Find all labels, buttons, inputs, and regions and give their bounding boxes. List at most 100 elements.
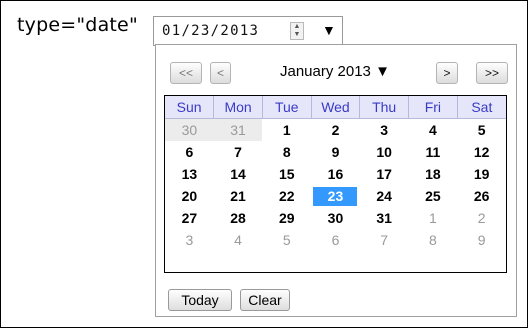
calendar-day[interactable]: 30 (165, 118, 214, 141)
calendar-week-row: 6 7 8 9 10 11 12 (165, 141, 506, 163)
calendar-day[interactable]: 11 (409, 141, 458, 163)
calendar-day[interactable]: 7 (214, 141, 263, 163)
calendar-day-label: 8 (428, 232, 437, 248)
calendar-day-label: 11 (425, 144, 441, 160)
calendar-week-row: 3 4 5 6 7 8 9 (165, 229, 506, 251)
calendar-day-label: 30 (181, 122, 198, 138)
calendar-day-label: 2 (477, 210, 486, 226)
calendar-day[interactable]: 8 (262, 141, 311, 163)
next-year-button[interactable]: >> (476, 62, 508, 84)
calendar-day-label: 14 (230, 166, 246, 182)
calendar-day[interactable]: 4 (214, 229, 263, 251)
calendar-day-label: 5 (477, 122, 486, 138)
calendar-day[interactable]: 6 (165, 141, 214, 163)
calendar-day-label: 27 (181, 210, 198, 226)
clear-button[interactable]: Clear (240, 289, 290, 311)
calendar-day[interactable]: 12 (457, 141, 506, 163)
calendar-day-label: 23 (313, 186, 358, 206)
calendar-day-label: 10 (376, 144, 392, 160)
calendar-week-row: 27 28 29 30 31 1 2 (165, 207, 506, 229)
calendar-day[interactable]: 1 (409, 207, 458, 229)
weekday-header: Sat (457, 96, 506, 119)
calendar-day-label: 31 (376, 210, 392, 226)
calendar-grid: Sun Mon Tue Wed Thu Fri Sat 30 31 1 2 3 4 5 6 7 8 9 10 11 1… (164, 95, 507, 273)
demo-frame: type="date" 01/23/2013 ▲ ▼ ▼ << < Januar… (0, 0, 528, 328)
calendar-week-row: 13 14 15 16 17 18 19 (165, 163, 506, 185)
date-input[interactable]: 01/23/2013 ▲ ▼ ▼ (153, 16, 343, 46)
calendar-day[interactable]: 1 (262, 119, 311, 142)
calendar-day-label: 9 (477, 232, 486, 248)
calendar-day[interactable]: 14 (214, 163, 263, 185)
weekday-header: Mon (213, 96, 263, 119)
calendar-day[interactable]: 2 (311, 119, 360, 142)
type-date-label: type="date" (17, 14, 138, 36)
calendar-day[interactable]: 20 (165, 185, 214, 207)
calendar-day[interactable]: 17 (360, 163, 409, 185)
calendar-day-label: 4 (428, 122, 437, 138)
calendar-dropdown-icon[interactable]: ▼ (322, 22, 336, 38)
calendar-day-selected[interactable]: 23 (311, 185, 360, 207)
calendar-day[interactable]: 31 (213, 118, 263, 141)
calendar-day[interactable]: 8 (409, 229, 458, 251)
calendar-day-label: 18 (425, 166, 441, 182)
today-button[interactable]: Today (168, 289, 232, 311)
calendar-day[interactable]: 13 (165, 163, 214, 185)
calendar-day-label: 1 (428, 210, 437, 226)
calendar-day-label: 5 (282, 232, 291, 248)
calendar-day[interactable]: 6 (311, 229, 360, 251)
calendar-day[interactable]: 2 (457, 207, 506, 229)
calendar-day-label: 9 (331, 144, 340, 160)
prev-month-button[interactable]: < (210, 62, 231, 84)
calendar-day[interactable]: 16 (311, 163, 360, 185)
calendar-day[interactable]: 22 (262, 185, 311, 207)
next-month-button[interactable]: > (436, 62, 458, 84)
calendar-day[interactable]: 3 (165, 229, 214, 251)
weekday-header: Thu (359, 96, 410, 119)
spin-down-icon[interactable]: ▼ (291, 31, 303, 39)
calendar-day[interactable]: 21 (214, 185, 263, 207)
calendar-day-label: 2 (331, 122, 340, 138)
calendar-day-label: 20 (181, 188, 198, 204)
calendar-day[interactable]: 18 (409, 163, 458, 185)
calendar-day[interactable]: 9 (457, 229, 506, 251)
spin-up-icon[interactable]: ▲ (291, 23, 303, 31)
calendar-popup: << < January 2013 ▼ > >> Sun Mon Tue Wed Thu… (155, 44, 517, 317)
month-year-selector[interactable]: January 2013 ▼ (280, 63, 390, 80)
prev-year-button[interactable]: << (170, 62, 202, 84)
calendar-day[interactable]: 29 (262, 207, 311, 229)
calendar-day-label: 26 (473, 188, 490, 204)
calendar-day[interactable]: 9 (311, 141, 360, 163)
calendar-day[interactable]: 26 (457, 185, 506, 207)
calendar-day-label: 22 (278, 188, 295, 204)
calendar-day-label: 31 (230, 122, 246, 138)
calendar-day[interactable]: 25 (409, 185, 458, 207)
calendar-day[interactable]: 19 (457, 163, 506, 185)
calendar-day-label: 8 (282, 144, 291, 160)
calendar-day-label: 6 (331, 232, 340, 248)
calendar-day[interactable]: 7 (360, 229, 409, 251)
calendar-day[interactable]: 28 (214, 207, 263, 229)
calendar-day-label: 7 (380, 232, 389, 248)
calendar-day-label: 3 (380, 122, 389, 138)
calendar-day[interactable]: 4 (409, 119, 458, 142)
calendar-day[interactable]: 10 (360, 141, 409, 163)
calendar-day[interactable]: 27 (165, 207, 214, 229)
calendar-day[interactable]: 24 (360, 185, 409, 207)
calendar-day-label: 21 (230, 188, 246, 204)
calendar-day-label: 25 (425, 188, 441, 204)
calendar-day[interactable]: 3 (360, 119, 409, 142)
date-spinner[interactable]: ▲ ▼ (290, 22, 304, 40)
calendar-day[interactable]: 30 (311, 207, 360, 229)
calendar-day[interactable]: 15 (262, 163, 311, 185)
calendar-day[interactable]: 5 (262, 229, 311, 251)
calendar-day-label: 30 (327, 210, 344, 226)
weekday-header: Tue (262, 96, 312, 119)
date-input-value[interactable]: 01/23/2013 (162, 23, 259, 39)
weekday-header-row: Sun Mon Tue Wed Thu Fri Sat (165, 96, 506, 119)
weekday-header: Sun (165, 96, 215, 119)
calendar-day[interactable]: 31 (360, 207, 409, 229)
calendar-day[interactable]: 5 (457, 119, 506, 142)
calendar-day-label: 1 (282, 122, 291, 138)
calendar-day-label: 19 (473, 166, 490, 182)
weekday-header: Fri (408, 96, 458, 119)
